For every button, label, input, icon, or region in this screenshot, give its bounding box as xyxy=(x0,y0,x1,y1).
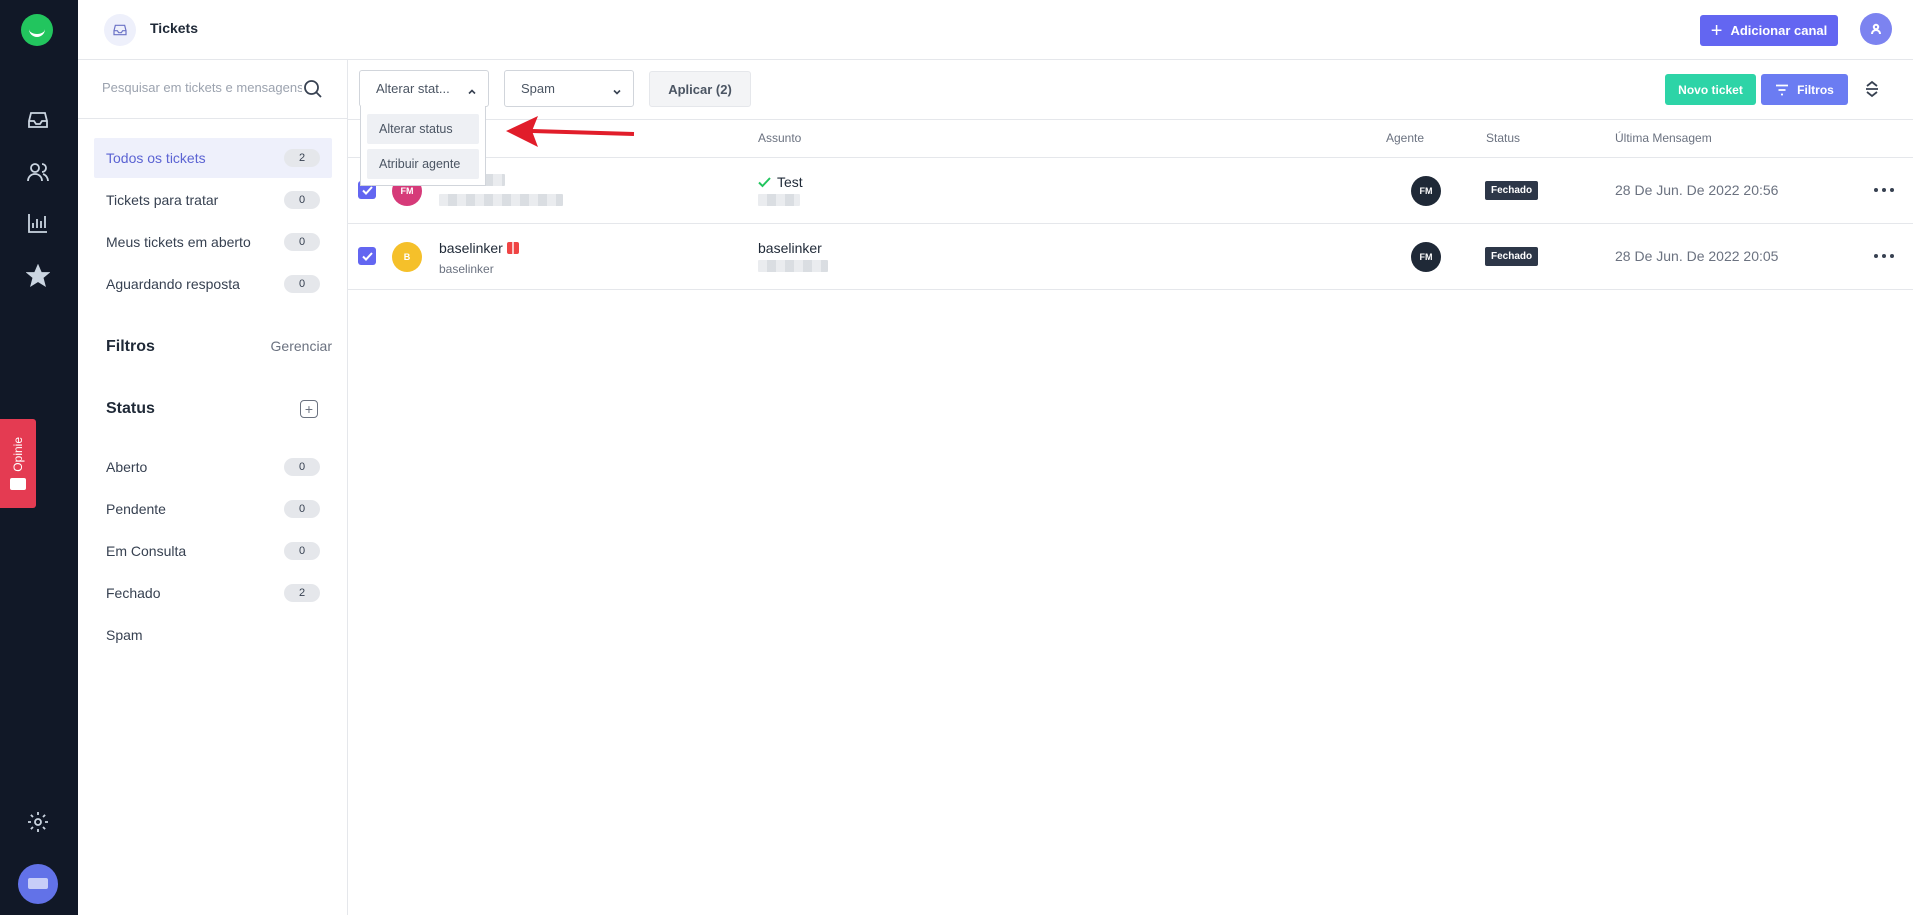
new-ticket-button[interactable]: Novo ticket xyxy=(1665,74,1756,105)
inbox-icon[interactable] xyxy=(24,106,52,134)
annotation-arrow-icon xyxy=(506,116,635,147)
sidebar-item-label: Todos os tickets xyxy=(106,150,206,166)
status-select[interactable]: Spam xyxy=(504,70,634,107)
sidebar-item-my-open[interactable]: Meus tickets em aberto 0 xyxy=(94,222,332,262)
last-message-date: 28 De Jun. De 2022 20:56 xyxy=(1615,182,1779,198)
sidebar-item-status-em-consulta[interactable]: Em Consulta 0 xyxy=(94,531,332,571)
tickets-sidebar: Todos os tickets 2 Tickets para tratar 0… xyxy=(78,60,348,915)
sidebar-item-label: Meus tickets em aberto xyxy=(106,234,251,250)
column-last-message[interactable]: Última Mensagem xyxy=(1615,131,1712,145)
option-assign-agent[interactable]: Atribuir agente xyxy=(367,149,479,179)
ticket-subject[interactable]: Test xyxy=(758,174,803,190)
avatar: B xyxy=(392,242,422,272)
redacted-preview xyxy=(758,194,800,206)
count-badge: 0 xyxy=(284,458,320,476)
status-select-value: Spam xyxy=(521,81,555,96)
row-checkbox[interactable] xyxy=(358,247,376,265)
sidebar-item-label: Em Consulta xyxy=(106,543,187,559)
reports-icon[interactable] xyxy=(24,209,52,237)
add-status-button[interactable]: + xyxy=(300,400,318,418)
count-badge: 0 xyxy=(284,275,320,293)
filter-icon xyxy=(1776,84,1789,95)
bulk-action-value: Alterar stat... xyxy=(376,81,450,96)
status-badge: Fechado xyxy=(1485,181,1539,200)
bulk-action-select[interactable]: Alterar stat... xyxy=(359,70,489,107)
chevron-down-icon xyxy=(613,84,621,95)
add-channel-label: Adicionar canal xyxy=(1730,23,1828,38)
sidebar-item-label: Spam xyxy=(106,627,143,643)
search-bar xyxy=(78,60,348,119)
user-icon xyxy=(1871,23,1881,35)
column-status[interactable]: Status xyxy=(1486,131,1520,145)
top-header: Tickets + Adicionar canal xyxy=(78,0,1913,60)
ticket-subject-text: Test xyxy=(777,174,803,190)
search-input[interactable] xyxy=(102,80,302,95)
sidebar-item-to-handle[interactable]: Tickets para tratar 0 xyxy=(94,180,332,220)
feedback-label: Opinie xyxy=(11,437,25,472)
count-badge: 2 xyxy=(284,584,320,602)
count-badge: 0 xyxy=(284,500,320,518)
count-badge: 0 xyxy=(284,233,320,251)
last-message-date: 28 De Jun. De 2022 20:05 xyxy=(1615,248,1779,264)
status-heading: Status xyxy=(106,400,155,417)
redacted-email xyxy=(439,194,563,206)
app-logo[interactable] xyxy=(21,14,53,46)
channel-icon xyxy=(506,242,519,254)
filters-button[interactable]: Filtros xyxy=(1761,74,1848,105)
check-icon xyxy=(758,176,771,187)
sidebar-item-label: Fechado xyxy=(106,585,161,601)
ticket-subject[interactable]: baselinker xyxy=(758,240,822,256)
redacted-preview xyxy=(758,260,828,272)
sidebar-item-label: Pendente xyxy=(106,501,166,517)
plus-icon: + xyxy=(1710,19,1723,42)
contact-name-text: baselinker xyxy=(439,240,503,256)
manage-filters-link[interactable]: Gerenciar xyxy=(258,338,332,354)
count-badge: 2 xyxy=(284,149,320,167)
sidebar-item-status-fechado[interactable]: Fechado 2 xyxy=(94,573,332,613)
feedback-icon xyxy=(10,477,26,490)
search-icon[interactable] xyxy=(303,79,323,99)
count-badge: 0 xyxy=(284,191,320,209)
apply-button[interactable]: Aplicar (2) xyxy=(649,71,751,107)
contacts-icon[interactable] xyxy=(24,158,52,186)
count-badge: 0 xyxy=(284,542,320,560)
inbox-icon xyxy=(104,14,136,46)
agent-avatar: FM xyxy=(1411,176,1441,206)
add-channel-button[interactable]: + Adicionar canal xyxy=(1700,15,1838,46)
filters-button-label: Filtros xyxy=(1797,82,1834,97)
sidebar-item-awaiting-reply[interactable]: Aguardando resposta 0 xyxy=(94,264,332,304)
status-badge: Fechado xyxy=(1485,247,1539,266)
sidebar-item-status-spam[interactable]: Spam xyxy=(94,615,332,655)
contact-sub: baselinker xyxy=(439,262,494,276)
sort-icon[interactable] xyxy=(1864,80,1880,98)
filters-heading: Filtros xyxy=(106,338,155,355)
page-title: Tickets xyxy=(150,20,198,36)
agent-avatar: FM xyxy=(1411,242,1441,272)
column-agent[interactable]: Agente xyxy=(1386,131,1424,145)
column-subject[interactable]: Assunto xyxy=(758,131,801,145)
workspace-avatar[interactable] xyxy=(18,864,58,904)
more-options-icon[interactable] xyxy=(1874,248,1894,264)
sidebar-item-label: Aguardando resposta xyxy=(106,276,240,292)
main-rail: Opinie xyxy=(0,0,78,915)
gear-icon[interactable] xyxy=(24,808,52,836)
bulk-action-dropdown: Alterar status Atribuir agente xyxy=(360,106,486,186)
ticket-subject-text: baselinker xyxy=(758,240,822,256)
chevron-up-icon xyxy=(468,84,476,95)
sidebar-item-status-pendente[interactable]: Pendente 0 xyxy=(94,489,332,529)
table-row[interactable]: B baselinker baselinker baselinker FM Fe… xyxy=(348,224,1913,290)
sidebar-item-label: Aberto xyxy=(106,459,148,475)
tickets-toolbar: Alterar stat... Spam Aplicar (2) Novo ti… xyxy=(348,60,1913,120)
sidebar-item-status-aberto[interactable]: Aberto 0 xyxy=(94,447,332,487)
sidebar-item-label: Tickets para tratar xyxy=(106,192,219,208)
table-row[interactable]: FM Test FM Fechado 28 De Jun. De 2022 20… xyxy=(348,158,1913,224)
user-menu-button[interactable] xyxy=(1860,13,1892,45)
option-change-status[interactable]: Alterar status xyxy=(367,114,479,144)
star-icon[interactable] xyxy=(24,262,52,290)
feedback-tab[interactable]: Opinie xyxy=(0,419,36,508)
contact-name[interactable]: baselinker xyxy=(439,240,519,256)
sidebar-item-all-tickets[interactable]: Todos os tickets 2 xyxy=(94,138,332,178)
more-options-icon[interactable] xyxy=(1874,182,1894,198)
